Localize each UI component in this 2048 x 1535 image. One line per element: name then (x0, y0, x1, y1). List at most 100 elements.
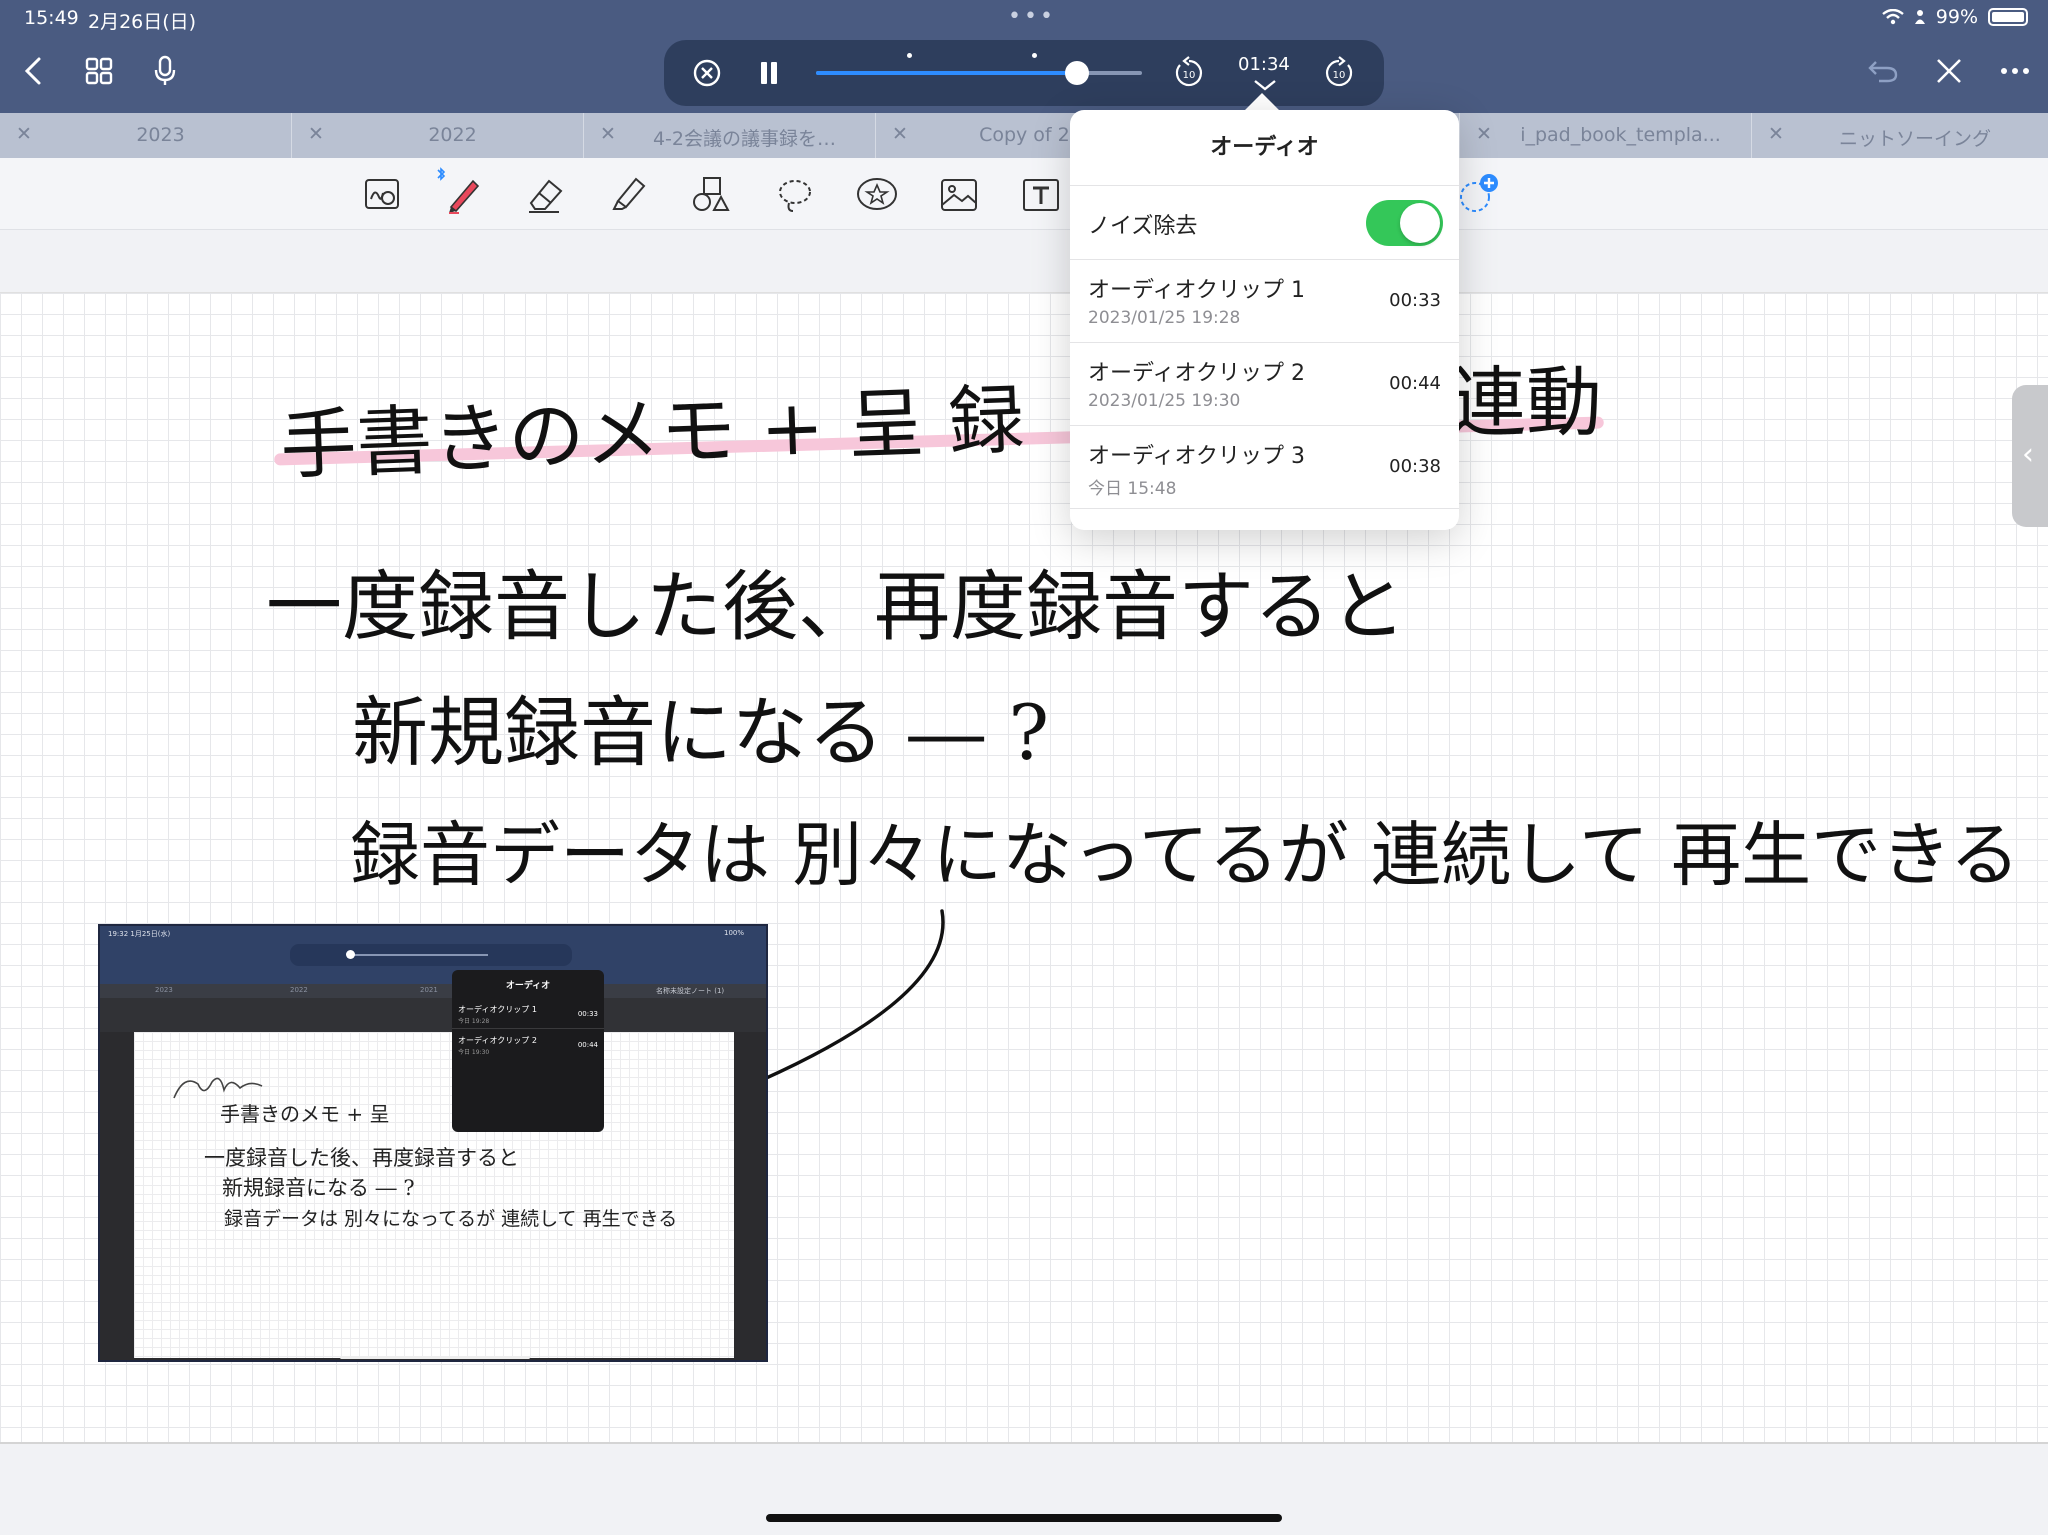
status-indicators: 99% (1882, 6, 2028, 28)
tab-2023[interactable]: ✕ 2023 (0, 113, 292, 158)
more-button[interactable] (1992, 48, 2038, 94)
status-time: 15:49 (24, 7, 79, 29)
handwriting-line-4: 録音データは 別々になってるが 連続して 再生できる (350, 814, 2020, 896)
location-icon (1914, 10, 1925, 24)
clip-name: オーディオクリップ 1 (1088, 278, 1306, 303)
handwriting-line-3: 新規録音になる ― ? (352, 688, 1050, 777)
embedded-line-4: 録音データは 別々になってるが 連続して 再生できる (224, 1208, 678, 1230)
stop-button[interactable] (692, 58, 722, 92)
image-tool[interactable] (934, 170, 984, 220)
close-tab-icon[interactable]: ✕ (1768, 123, 1784, 145)
app-screen: { "status": { "time": "15:49", "date": "… (0, 0, 2048, 1535)
noise-reduction-row: ノイズ除去 (1070, 186, 1459, 260)
embedded-progress-knob (346, 950, 355, 959)
embedded-home-indicator (340, 1356, 530, 1359)
tool-bar (0, 158, 2048, 230)
sticker-star-icon (857, 178, 897, 210)
tab-label: 4-2会議の議事録を… (652, 128, 837, 150)
embedded-clip-date: 今日 19:28 (458, 1018, 490, 1025)
pause-button[interactable] (758, 60, 780, 90)
tab-meeting-notes[interactable]: ✕ 4-2会議の議事録を… (584, 113, 876, 158)
rewind-10-icon: 10 (1175, 56, 1202, 87)
embedded-tool-bar (100, 998, 766, 1032)
tab-knit-sewing[interactable]: ✕ ニットソーイング (1752, 113, 2048, 158)
image-icon (941, 179, 977, 211)
add-tool-button[interactable] (1452, 170, 1502, 220)
clip-duration: 00:44 (1389, 373, 1441, 394)
tab-label: ニットソーイング (1838, 128, 1991, 150)
popover-title: オーディオ (1070, 110, 1459, 186)
multitask-dots[interactable]: ••• (1008, 4, 1056, 29)
audio-clip-row[interactable]: オーディオクリップ 2 2023/01/25 19:30 00:44 (1070, 343, 1459, 426)
noise-reduction-label: ノイズ除去 (1088, 214, 1198, 239)
shapes-icon (693, 177, 730, 211)
embedded-clip-date: 今日 19:30 (458, 1049, 490, 1056)
undo-icon (1868, 61, 1898, 83)
status-bar: 15:49 2月26日(日) ••• 99% (0, 0, 2048, 34)
embedded-popover-title: オーディオ (505, 981, 551, 991)
note-page[interactable]: 手書きのメモ + 呈 録 連動 一度録音した後、再度録音すると 新規録音になる … (0, 292, 2048, 1444)
pen-off-icon (1937, 59, 1961, 83)
battery-icon (1988, 8, 2028, 26)
microphone-button[interactable] (142, 48, 188, 94)
close-tab-icon[interactable]: ✕ (1476, 123, 1492, 145)
playback-time: 01:34 (1238, 54, 1290, 75)
embedded-line-2: 一度録音した後、再度録音すると (204, 1146, 519, 1170)
sticker-tool[interactable] (852, 170, 902, 220)
close-circle-icon (693, 59, 721, 87)
tab-2022[interactable]: ✕ 2022 (292, 113, 584, 158)
audio-clip-row[interactable]: オーディオクリップ 1 2023/01/25 19:28 00:33 (1070, 260, 1459, 343)
undo-button[interactable] (1860, 48, 1906, 94)
close-tab-icon[interactable]: ✕ (600, 123, 616, 145)
embedded-clip-duration: 00:33 (577, 1010, 598, 1018)
forward-10-button[interactable]: 10 (1322, 56, 1356, 94)
back-button[interactable] (10, 48, 56, 94)
side-panel-handle[interactable]: ‹ (2012, 385, 2048, 527)
embedded-screenshot[interactable]: 19:32 1月25日(水) 100% 2023 2022 2021 名称未設定… (98, 924, 768, 1362)
clip-date: 2023/01/25 19:28 (1088, 308, 1241, 328)
close-tab-icon[interactable]: ✕ (308, 123, 324, 145)
noise-reduction-toggle[interactable] (1366, 200, 1443, 246)
progress-knob[interactable] (1064, 61, 1089, 85)
close-tab-icon[interactable]: ✕ (892, 123, 908, 145)
rewind-10-button[interactable]: 10 (1172, 56, 1206, 94)
microphone-icon (154, 55, 176, 85)
close-tab-icon[interactable]: ✕ (16, 123, 32, 145)
embedded-divider (452, 1028, 604, 1029)
embedded-line-3: 新規録音になる ― ? (222, 1176, 415, 1200)
grid-icon (85, 57, 113, 85)
embedded-progress-track (348, 954, 488, 956)
pen-tool[interactable] (437, 167, 488, 220)
handwriting-line-1: 手書きのメモ + 呈 録 (278, 375, 1026, 490)
embedded-tab-bar: 2023 2022 2021 名称未設定ノート (1) (100, 984, 766, 998)
embedded-tab-label: 2023 (155, 986, 173, 994)
svg-text:10: 10 (1183, 70, 1196, 81)
chevron-left-icon (24, 57, 41, 85)
shape-tool[interactable] (686, 170, 736, 220)
clip-marker (1032, 53, 1037, 58)
audio-clip-row[interactable]: オーディオクリップ 3 今日 15:48 00:38 (1070, 426, 1459, 509)
highlighter-icon (612, 177, 646, 210)
chevron-down-icon[interactable] (1252, 78, 1278, 92)
embedded-top-bar: 19:32 1月25日(水) 100% (100, 926, 766, 984)
lasso-tool[interactable] (770, 170, 820, 220)
clip-duration: 00:33 (1389, 290, 1441, 311)
grid-view-button[interactable] (76, 48, 122, 94)
tab-ipad-template[interactable]: ✕ i_pad_book_templa... (1460, 113, 1752, 158)
handwriting-line-2: 一度録音した後、再度録音すると (266, 562, 1406, 651)
embedded-clip-name: オーディオクリップ 1 (458, 1005, 537, 1014)
hide-toolbar-button[interactable] (1926, 48, 1972, 94)
eraser-tool[interactable] (520, 170, 570, 220)
highlighter-tool[interactable] (604, 170, 654, 220)
embedded-note-page: 手書きのメモ + 呈 動力 一度録音した後、再度録音すると 新規録音になる ― … (134, 1032, 734, 1358)
handwriting-line-1b: 連動 (1450, 358, 1602, 447)
audio-popover: オーディオ ノイズ除去 オーディオクリップ 1 2023/01/25 19:28… (1070, 110, 1459, 530)
embedded-line-1: 手書きのメモ + 呈 (220, 1102, 390, 1126)
clip-date: 2023/01/25 19:30 (1088, 391, 1241, 411)
clip-marker (907, 53, 912, 58)
text-tool[interactable] (1016, 170, 1066, 220)
zoom-window-tool[interactable] (358, 170, 408, 220)
embedded-audio-player (290, 944, 572, 966)
svg-text:10: 10 (1333, 70, 1346, 81)
add-circle-icon (1460, 174, 1498, 212)
